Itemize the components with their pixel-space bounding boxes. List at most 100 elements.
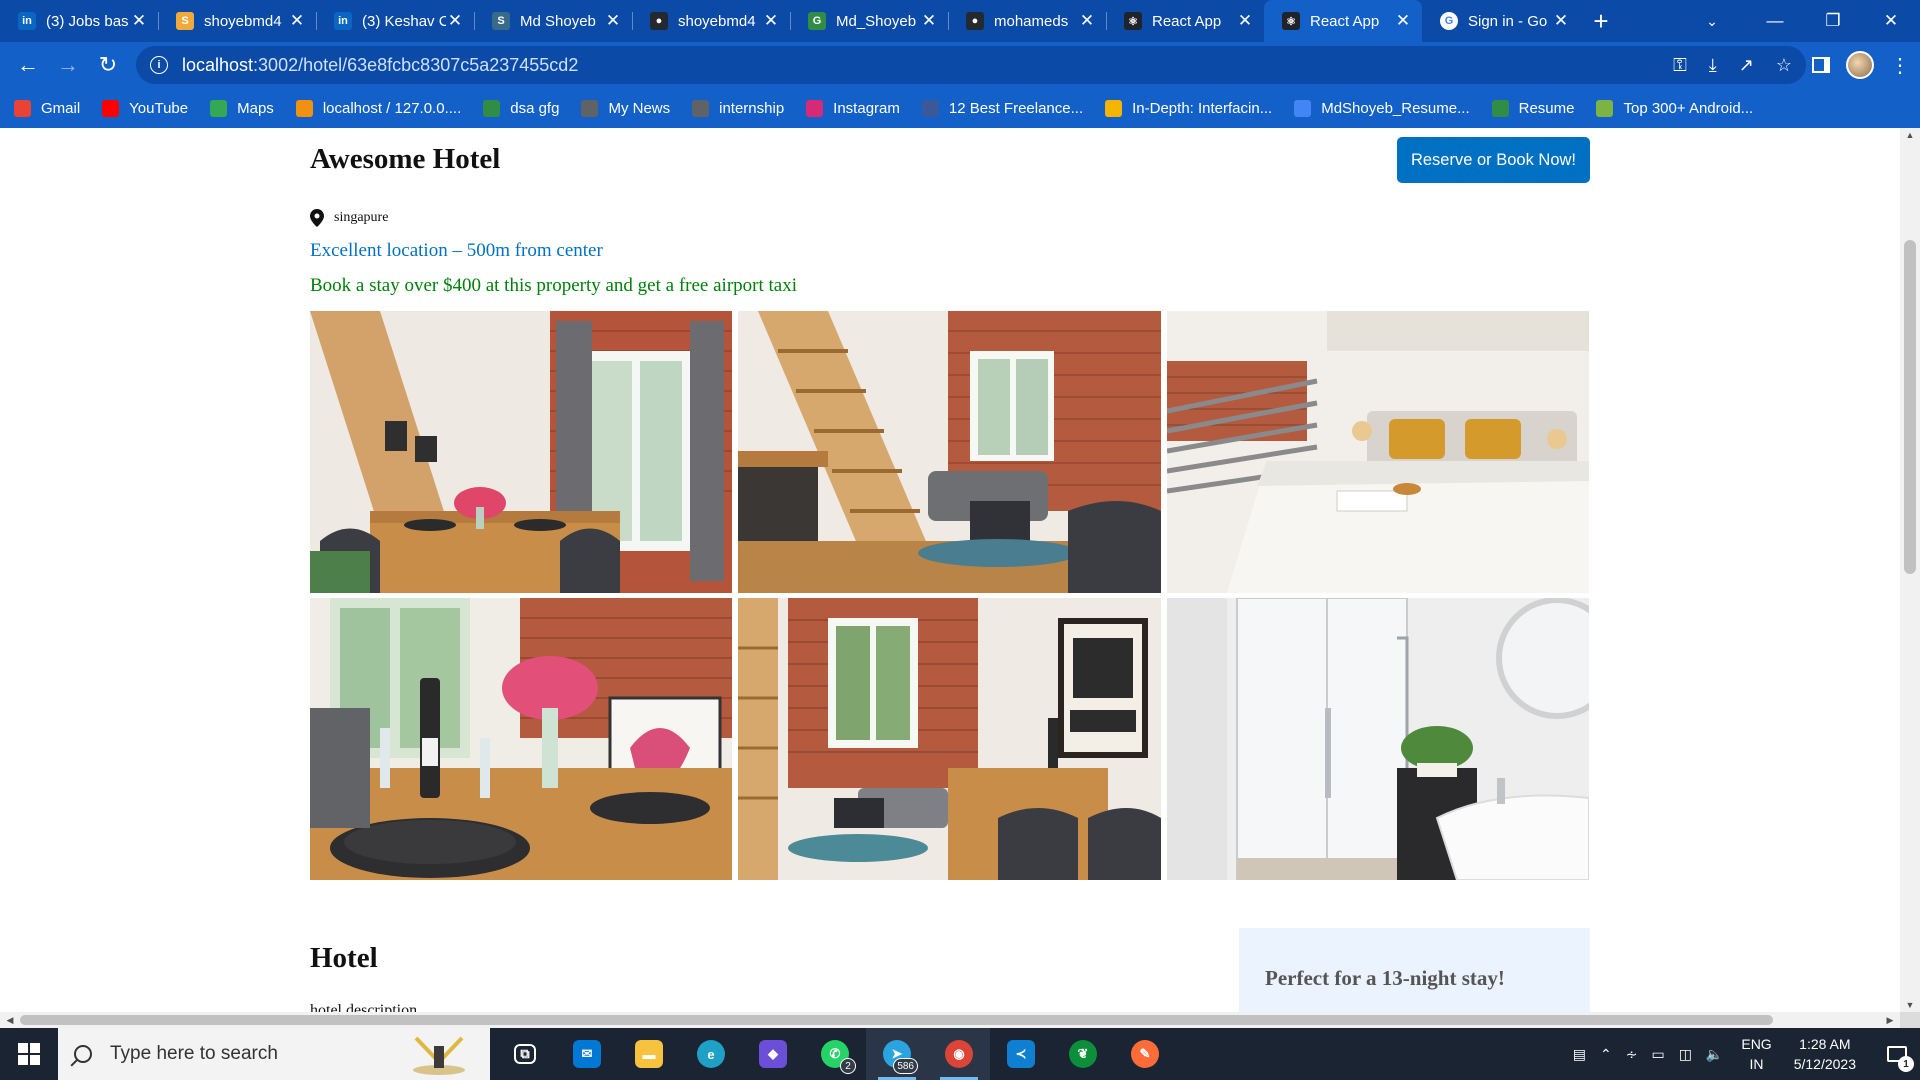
hotel-photo-4[interactable]	[310, 598, 732, 880]
browser-tab[interactable]: S Md Shoyeb ✕	[474, 0, 632, 42]
browser-tab[interactable]: ● shoyebmd4 ✕	[632, 0, 790, 42]
scroll-up-arrow-icon[interactable]: ▲	[1900, 130, 1920, 140]
hotel-description: hotel description	[310, 1002, 418, 1012]
bookmark-item[interactable]: My News	[581, 99, 671, 117]
taskbar-app[interactable]: ✎	[1114, 1028, 1176, 1080]
browser-tab[interactable]: in (3) Keshav C ✕	[316, 0, 474, 42]
browser-tab[interactable]: in (3) Jobs bas ✕	[0, 0, 158, 42]
battery-icon[interactable]: ▭	[1651, 1046, 1664, 1063]
scroll-down-arrow-icon[interactable]: ▼	[1900, 1000, 1920, 1010]
hotel-photo-1[interactable]	[310, 311, 732, 593]
reload-icon[interactable]: ↻	[88, 45, 128, 85]
address-bar[interactable]: i localhost:3002/hotel/63e8fcbc8307c5a23…	[136, 46, 1806, 84]
bookmark-item[interactable]: Instagram	[806, 99, 900, 117]
profile-avatar[interactable]	[1846, 51, 1874, 79]
taskbar-app[interactable]: ❦	[1052, 1028, 1114, 1080]
taskbar-app[interactable]: ◆	[742, 1028, 804, 1080]
tab-close-icon[interactable]: ✕	[130, 11, 148, 31]
pencil-icon	[1105, 99, 1123, 117]
bookmark-item[interactable]: Gmail	[14, 99, 80, 117]
hotel-price-highlight: Book a stay over $400 at this property a…	[310, 275, 797, 296]
show-hidden-icons-chevron-icon[interactable]: ⌃	[1600, 1046, 1612, 1063]
tab-close-icon[interactable]: ✕	[446, 11, 464, 31]
close-window-button[interactable]: ✕	[1862, 0, 1920, 42]
bookmark-item[interactable]: localhost / 127.0.0....	[295, 99, 461, 117]
site-info-icon[interactable]: i	[150, 56, 168, 74]
taskbar-app[interactable]: e	[680, 1028, 742, 1080]
volume-icon[interactable]: 🔈	[1706, 1046, 1723, 1063]
reserve-book-button[interactable]: Reserve or Book Now!	[1397, 137, 1590, 183]
taskbar-app[interactable]: ⧉	[494, 1028, 556, 1080]
new-tab-button[interactable]: +	[1580, 0, 1622, 42]
postman-icon: ✎	[1131, 1040, 1159, 1068]
vertical-scrollbar[interactable]: ▲ ▼	[1900, 128, 1920, 1012]
vertical-scroll-thumb[interactable]	[1904, 240, 1916, 574]
taskbar-search-box[interactable]: Type here to search	[58, 1028, 490, 1080]
bookmark-item[interactable]: dsa gfg	[483, 99, 559, 117]
start-button[interactable]	[0, 1028, 58, 1080]
search-icon	[74, 1045, 92, 1063]
clock[interactable]: 1:28 AM 5/12/2023	[1794, 1034, 1856, 1074]
minimize-button[interactable]: —	[1746, 0, 1804, 42]
horizontal-scrollbar[interactable]: ◀ ▶	[0, 1012, 1900, 1028]
bookmark-item[interactable]: Top 300+ Android...	[1596, 99, 1753, 117]
bookmark-item[interactable]: YouTube	[102, 99, 188, 117]
network-icon[interactable]: ∻	[1626, 1046, 1638, 1063]
tab-close-icon[interactable]: ✕	[1552, 11, 1570, 31]
clock-time: 1:28 AM	[1799, 1036, 1851, 1052]
tab-close-icon[interactable]: ✕	[1394, 11, 1412, 31]
scroll-left-arrow-icon[interactable]: ◀	[0, 1012, 20, 1028]
omnibox-actions: ⚿ ⤓ ↗ ☆	[1673, 46, 1792, 84]
bookmark-item[interactable]: In-Depth: Interfacin...	[1105, 99, 1272, 117]
hotel-photo-2[interactable]	[738, 311, 1161, 593]
taskbar-app[interactable]: ◉	[928, 1028, 990, 1080]
key-icon[interactable]: ⚿	[1673, 55, 1687, 76]
bookmark-item[interactable]: 12 Best Freelance...	[921, 99, 1083, 117]
tab-search-chevron-icon[interactable]: ⌄	[1690, 0, 1734, 42]
bookmark-item[interactable]: Maps	[210, 99, 274, 117]
kebab-menu-icon[interactable]: ⋮	[1890, 53, 1910, 78]
hotel-photo-3[interactable]	[1167, 311, 1589, 593]
app-badge: 2	[840, 1058, 856, 1074]
bookmark-item[interactable]: Resume	[1491, 99, 1574, 117]
url-text[interactable]: localhost:3002/hotel/63e8fcbc8307c5a2374…	[182, 55, 578, 76]
language-indicator[interactable]: ENG IN	[1741, 1034, 1771, 1074]
horizontal-scroll-thumb[interactable]	[20, 1015, 1773, 1025]
back-arrow-icon[interactable]: ←	[8, 45, 48, 85]
notification-center-button[interactable]: 1	[1874, 1028, 1920, 1080]
bookmark-label: My News	[608, 99, 671, 117]
url-host: localhost	[182, 54, 254, 75]
news-widget-icon[interactable]: ▤	[1573, 1046, 1586, 1063]
hotel-photo-5[interactable]	[738, 598, 1161, 880]
browser-tab[interactable]: ⚛ React App ✕	[1106, 0, 1264, 42]
install-app-icon[interactable]: ⤓	[1709, 55, 1717, 76]
taskbar-app[interactable]: ✉	[556, 1028, 618, 1080]
bookmark-item[interactable]: MdShoyeb_Resume...	[1294, 99, 1470, 117]
tab-close-icon[interactable]: ✕	[604, 11, 622, 31]
side-panel-icon[interactable]	[1812, 57, 1830, 73]
browser-tab[interactable]: ⚛ React App ✕	[1264, 0, 1422, 42]
hotel-photo-6[interactable]	[1167, 598, 1589, 880]
restore-button[interactable]: ❐	[1804, 0, 1862, 42]
scroll-right-arrow-icon[interactable]: ▶	[1880, 1012, 1900, 1028]
taskbar-app[interactable]: ➤ 586	[866, 1028, 928, 1080]
tab-close-icon[interactable]: ✕	[1078, 11, 1096, 31]
tab-favicon-linkedin-icon: in	[334, 12, 352, 30]
taskbar-app[interactable]: ≺	[990, 1028, 1052, 1080]
tab-close-icon[interactable]: ✕	[920, 11, 938, 31]
freelance-icon	[921, 99, 939, 117]
browser-tab[interactable]: G Md_Shoyeb ✕	[790, 0, 948, 42]
browser-tab[interactable]: G Sign in - Go ✕	[1422, 0, 1580, 42]
tab-close-icon[interactable]: ✕	[762, 11, 780, 31]
bookmark-item[interactable]: internship	[692, 99, 784, 117]
tab-close-icon[interactable]: ✕	[288, 11, 306, 31]
taskbar-app[interactable]: ✆ 2	[804, 1028, 866, 1080]
tab-close-icon[interactable]: ✕	[1236, 11, 1254, 31]
device-icon[interactable]: ◫	[1679, 1046, 1692, 1063]
bookmark-star-icon[interactable]: ☆	[1776, 55, 1792, 76]
share-icon[interactable]: ↗	[1739, 55, 1754, 76]
taskbar-app[interactable]: ▬	[618, 1028, 680, 1080]
browser-tab[interactable]: ● mohameds ✕	[948, 0, 1106, 42]
forward-arrow-icon[interactable]: →	[48, 45, 88, 85]
browser-tab[interactable]: Sshoyebmd4 ✕	[158, 0, 316, 42]
